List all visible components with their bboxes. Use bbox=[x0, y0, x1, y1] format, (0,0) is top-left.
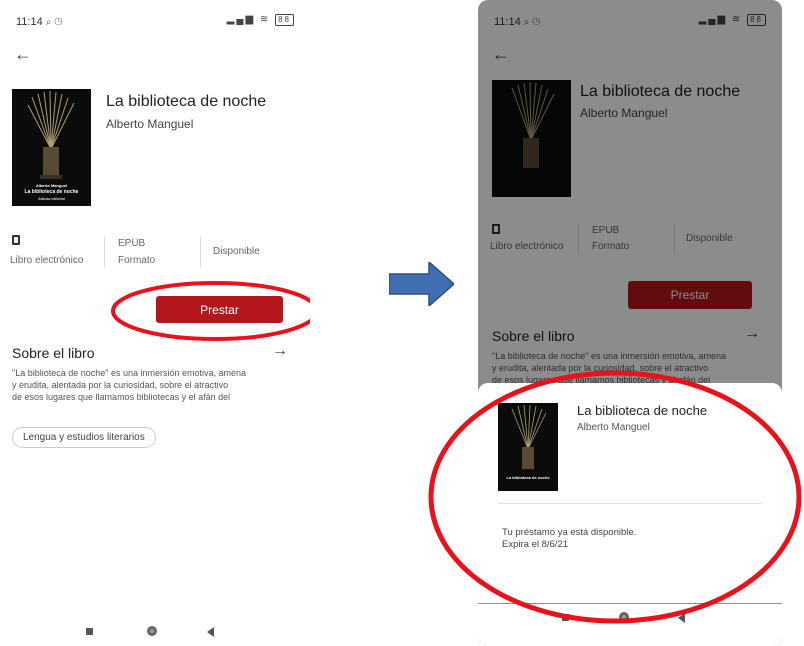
book-title: La biblioteca de noche bbox=[106, 93, 267, 110]
status-bar: 11:14 ⌕ ◷ ▂▄▆ ≋ 88 bbox=[16, 14, 294, 32]
borrow-button[interactable]: Prestar bbox=[156, 296, 283, 323]
home-icon[interactable] bbox=[619, 612, 629, 622]
sheet-book-cover: La biblioteca de noche bbox=[498, 403, 558, 491]
about-description: "La biblioteca de noche" es una inmersió… bbox=[12, 367, 302, 403]
transition-arrow-icon bbox=[389, 262, 454, 306]
nav-bar bbox=[0, 622, 310, 646]
book-author[interactable]: Alberto Manguel bbox=[106, 117, 193, 131]
availability-text: Disponible bbox=[213, 246, 260, 257]
format-value: EPUB bbox=[118, 238, 146, 249]
cover-publisher-text: Alianza editorial bbox=[38, 197, 65, 201]
loan-expiry-text: Expira el 8/6/21 bbox=[502, 539, 569, 550]
type-label: Libro electrónico bbox=[10, 255, 84, 266]
description-line: "La biblioteca de noche" es una inmersió… bbox=[12, 368, 247, 378]
nav-bar bbox=[478, 604, 782, 646]
about-title: Sobre el libro bbox=[12, 345, 95, 361]
genre-chip[interactable]: Lengua y estudios literarios bbox=[12, 427, 156, 448]
back-arrow-icon[interactable]: ← bbox=[14, 44, 32, 65]
book-cover: Alberto Manguel La biblioteca de noche A… bbox=[12, 89, 91, 206]
back-nav-icon[interactable] bbox=[678, 613, 685, 623]
loan-available-text: Tu préstamo ya está disponible. bbox=[502, 527, 637, 538]
back-nav-icon[interactable] bbox=[207, 627, 214, 637]
status-time: 11:14 bbox=[16, 16, 43, 28]
about-arrow-icon[interactable]: → bbox=[272, 342, 288, 360]
battery-icon: 88 bbox=[275, 14, 294, 26]
loan-bottom-sheet: La biblioteca de noche La biblioteca de … bbox=[478, 383, 782, 603]
cover-author-text: Alberto Manguel bbox=[35, 183, 68, 188]
loan-message: Tu préstamo ya está disponible. Expira e… bbox=[502, 527, 636, 551]
signal-icon: ▂▄▆ ≋ bbox=[226, 14, 271, 25]
description-line: y erudita, alentada por la curiosidad, s… bbox=[12, 380, 229, 390]
ebook-icon bbox=[12, 235, 20, 245]
cover-title-text: La biblioteca de noche bbox=[24, 189, 79, 195]
sheet-divider bbox=[498, 503, 762, 504]
meta-divider bbox=[104, 236, 105, 268]
format-label: Formato bbox=[118, 255, 156, 266]
meta-divider bbox=[200, 236, 201, 268]
sheet-book-author: Alberto Manguel bbox=[577, 422, 650, 433]
recents-icon[interactable] bbox=[562, 614, 569, 621]
status-extra-icons: ⌕ ◷ bbox=[45, 17, 63, 28]
cover-title-text: La biblioteca de noche bbox=[506, 475, 550, 480]
home-icon[interactable] bbox=[147, 626, 157, 636]
right-screen: 11:14 ⌕ ◷ ▂▄▆ ≋ 88 ← La biblioteca de no… bbox=[478, 0, 782, 646]
description-line: de esos lugares que llamamos bibliotecas… bbox=[12, 392, 231, 402]
sheet-book-title: La biblioteca de noche bbox=[577, 403, 708, 418]
left-screen: 11:14 ⌕ ◷ ▂▄▆ ≋ 88 ← Alberto Manguel La … bbox=[0, 0, 310, 646]
recents-icon[interactable] bbox=[86, 628, 93, 635]
